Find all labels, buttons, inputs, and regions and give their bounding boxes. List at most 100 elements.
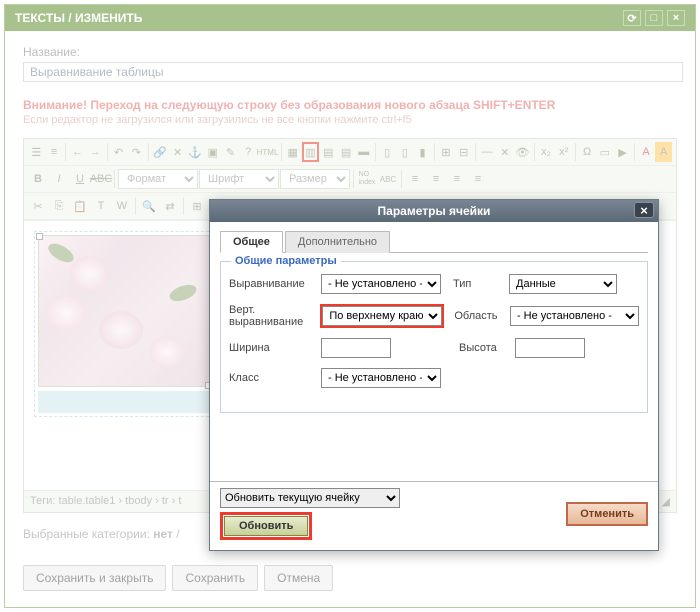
abc-icon[interactable]: ABC [378,169,398,189]
undo-icon[interactable]: ↶ [110,142,127,162]
close-icon[interactable]: × [667,10,685,26]
clear-icon[interactable]: ✕ [497,142,514,162]
width-label: Ширина [229,342,315,354]
resize-handle-icon[interactable]: ◢ [662,495,670,508]
anchor-icon[interactable]: ⚓ [187,142,204,162]
tab-general[interactable]: Общее [220,231,283,253]
maximize-icon[interactable]: □ [645,10,663,26]
sup-icon[interactable]: x² [555,142,572,162]
height-input[interactable] [515,338,585,358]
fieldset-legend: Общие параметры [231,255,341,267]
area-select[interactable]: - Не установлено - [510,306,639,326]
split-icon[interactable]: ⊞ [438,142,455,162]
list-number-icon[interactable]: ≡ [46,142,63,162]
type-label: Тип [453,278,503,290]
table-props-icon[interactable]: ▥ [302,142,319,162]
copy-icon[interactable]: ⎘ [49,196,69,216]
paste-icon[interactable]: 📋 [70,196,90,216]
dialog-title-bar[interactable]: Параметры ячейки × [210,200,658,222]
type-select[interactable]: Данные [509,274,617,294]
dialog-cancel-button[interactable]: Отменить [566,502,648,526]
area-label: Область [454,310,504,322]
warning-subtext: Если редактор не загрузился или загрузил… [23,114,677,126]
align-justify-icon[interactable]: ≡ [468,169,488,189]
font-select[interactable]: Шрифт [199,169,279,189]
sub-icon[interactable]: x₂ [538,142,555,162]
find-icon[interactable]: 🔍 [139,196,159,216]
strike-icon[interactable]: ABC [91,169,111,189]
name-input[interactable] [23,62,683,82]
title-bar: ТЕКСТЫ / ИЗМЕНИТЬ ⟳ □ × [5,5,695,31]
font-color-icon[interactable]: A [638,142,655,162]
scope-select[interactable]: Обновить текущую ячейку [220,488,400,508]
help-icon[interactable]: ? [240,142,257,162]
align-center-icon[interactable]: ≡ [426,169,446,189]
valign-highlight: По верхнему краю [320,304,444,328]
path-text: Теги: table.table1 › tbody › tr › t [30,495,181,508]
row-after-icon[interactable]: ▤ [338,142,355,162]
visual-icon[interactable]: 👁 [514,142,531,162]
align-label: Выравнивание [229,278,315,290]
tree-icon[interactable]: ⊞ [187,196,207,216]
align-left-icon[interactable]: ≡ [405,169,425,189]
unlink-icon[interactable]: ✕ [169,142,186,162]
image-icon[interactable]: ▣ [204,142,221,162]
del-col-icon[interactable]: ▮ [414,142,431,162]
height-label: Высота [459,342,509,354]
col-after-icon[interactable]: ▯ [397,142,414,162]
link-icon[interactable]: 🔗 [151,142,168,162]
tab-advanced[interactable]: Дополнительно [285,231,390,253]
hr-icon[interactable]: — [479,142,496,162]
noindex-icon[interactable]: NOindex [357,169,377,189]
window-controls: ⟳ □ × [623,10,685,26]
outdent-icon[interactable]: ← [69,142,86,162]
width-input[interactable] [321,338,391,358]
update-button[interactable]: Обновить [224,516,308,536]
list-bullet-icon[interactable]: ☰ [28,142,45,162]
dialog-tabs: Общее Дополнительно [220,230,648,253]
warning-text: Внимание! Переход на следующую строку бе… [23,98,677,112]
valign-select[interactable]: По верхнему краю [322,306,442,326]
dialog-footer: Обновить текущую ячейку Обновить Отменит… [210,481,658,550]
indent-icon[interactable]: → [87,142,104,162]
clean-icon[interactable]: ✎ [222,142,239,162]
cell-properties-dialog: Параметры ячейки × Общее Дополнительно О… [209,199,659,551]
save-button[interactable]: Сохранить [172,565,258,591]
class-select[interactable]: - Не установлено - [321,368,441,388]
align-right-icon[interactable]: ≡ [447,169,467,189]
paste-text-icon[interactable]: T [91,196,111,216]
refresh-icon[interactable]: ⟳ [623,10,641,26]
del-row-icon[interactable]: ▬ [355,142,372,162]
table-icon[interactable]: ▦ [284,142,301,162]
replace-icon[interactable]: ⇄ [160,196,180,216]
paste-word-icon[interactable]: W [112,196,132,216]
col-before-icon[interactable]: ▯ [379,142,396,162]
html-icon[interactable]: HTML [258,142,278,162]
redo-icon[interactable]: ↷ [128,142,145,162]
size-select[interactable]: Размер [280,169,350,189]
table-cell-empty[interactable] [38,391,210,413]
general-fieldset: Общие параметры Выравнивание - Не устано… [220,261,648,413]
media-icon[interactable]: ▶ [614,142,631,162]
dialog-close-icon[interactable]: × [634,202,654,218]
italic-icon[interactable]: I [49,169,69,189]
spacer-icon[interactable]: ▭ [597,142,614,162]
save-close-button[interactable]: Сохранить и закрыть [23,565,166,591]
row-before-icon[interactable]: ▤ [320,142,337,162]
update-highlight: Обновить [220,512,312,540]
valign-label: Верт. выравнивание [229,304,314,328]
align-select[interactable]: - Не установлено - [321,274,441,294]
table-cell-image[interactable] [38,235,210,387]
format-select[interactable]: Формат [118,169,198,189]
underline-icon[interactable]: U [70,169,90,189]
cancel-button[interactable]: Отмена [264,565,333,591]
dialog-title: Параметры ячейки [378,204,491,218]
window-title: ТЕКСТЫ / ИЗМЕНИТЬ [15,11,142,25]
bold-icon[interactable]: B [28,169,48,189]
char-icon[interactable]: Ω [579,142,596,162]
cut-icon[interactable]: ✂ [28,196,48,216]
class-label: Класс [229,372,315,384]
merge-icon[interactable]: ⊟ [455,142,472,162]
name-label: Название: [23,45,677,59]
bg-color-icon[interactable]: A [655,142,672,162]
